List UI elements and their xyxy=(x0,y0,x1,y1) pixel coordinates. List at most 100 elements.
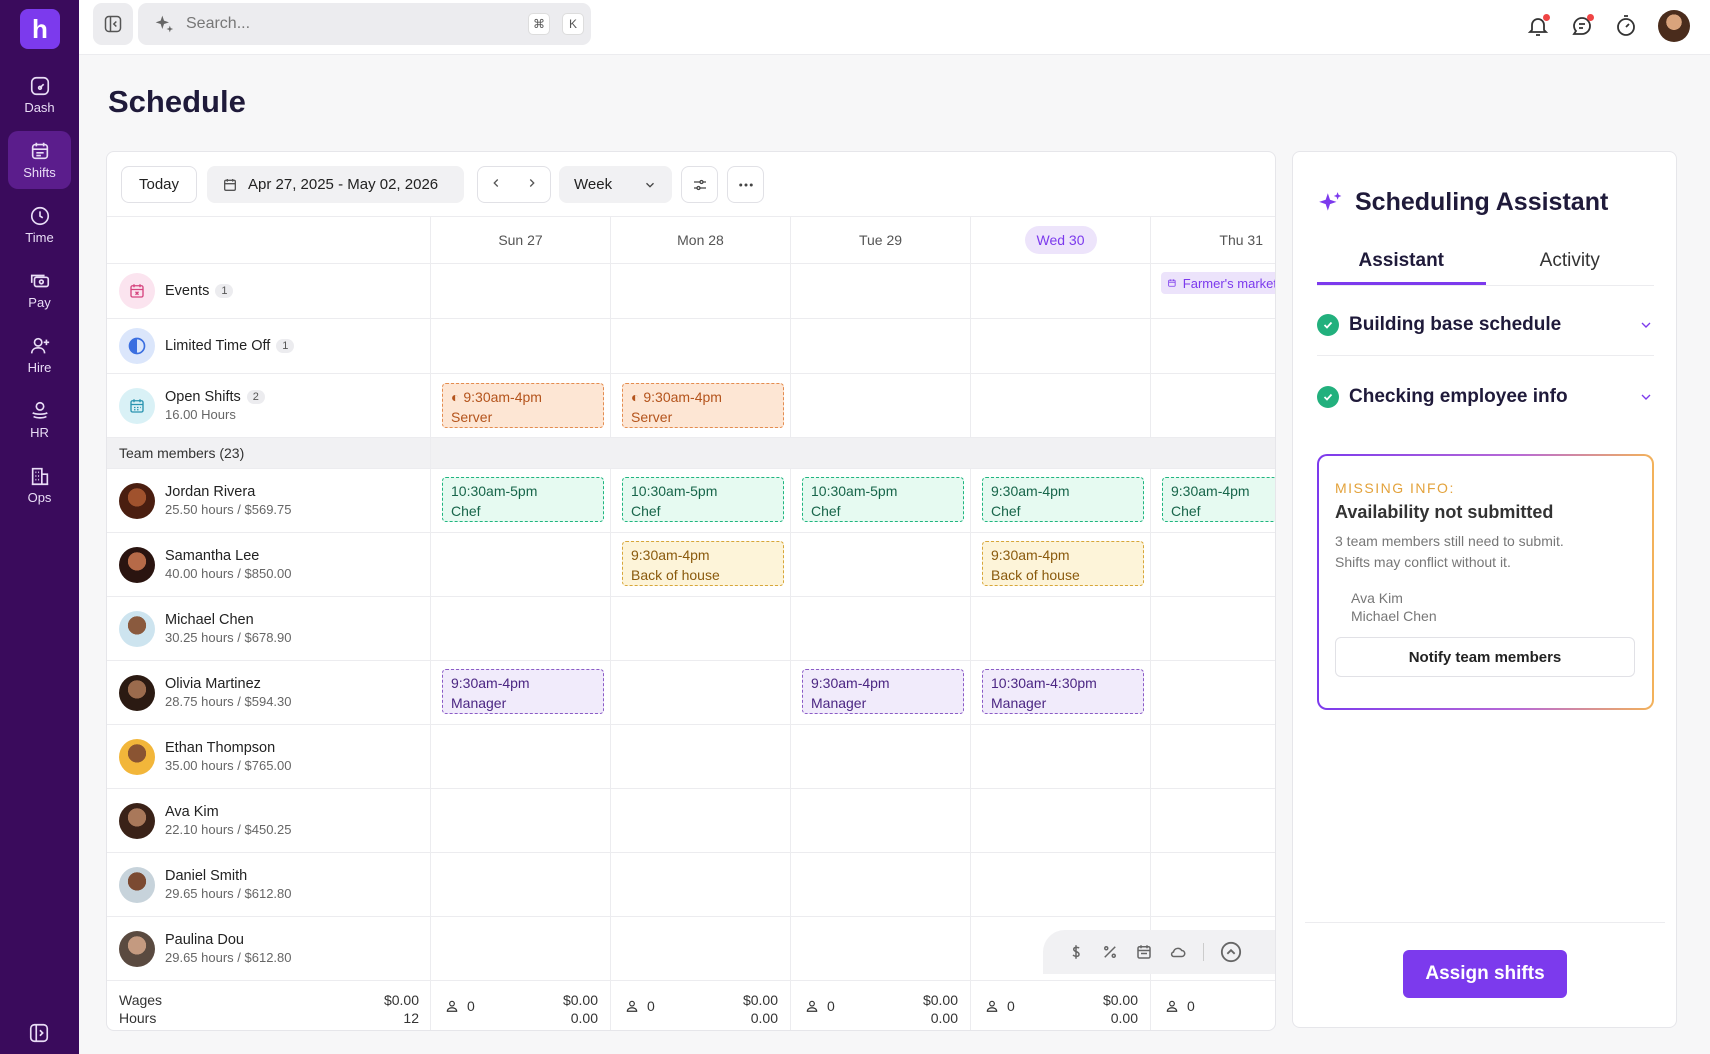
shift-time: 9:30am-4pm xyxy=(463,389,542,405)
avatar xyxy=(119,930,155,967)
shift-block[interactable]: 9:30am-4pm Chef xyxy=(982,477,1144,522)
member-stats: 30.25 hours / $678.90 xyxy=(165,630,292,645)
day-label: Wed 30 xyxy=(1024,226,1097,254)
staff-count: 0 xyxy=(1007,998,1015,1014)
check-circle-icon xyxy=(1317,313,1339,336)
member-row[interactable]: Michael Chen 30.25 hours / $678.90 xyxy=(107,596,1275,660)
task-item[interactable]: Building base schedule xyxy=(1317,294,1654,356)
percent-icon[interactable] xyxy=(1101,943,1119,961)
member-row[interactable]: Olivia Martinez 28.75 hours / $594.30 9:3… xyxy=(107,660,1275,724)
collapse-sidebar-button[interactable] xyxy=(93,3,133,45)
panel-title-text: Scheduling Assistant xyxy=(1355,188,1609,216)
user-avatar[interactable] xyxy=(1658,10,1690,42)
chevron-down-icon xyxy=(1641,322,1651,328)
more-options-button[interactable] xyxy=(727,166,764,203)
event-pill[interactable]: Farmer's market xyxy=(1161,272,1276,294)
chevron-right-icon xyxy=(529,178,535,187)
tab-assistant[interactable]: Assistant xyxy=(1317,248,1486,285)
cloud-icon[interactable] xyxy=(1169,943,1187,961)
task-item[interactable]: Checking employee info xyxy=(1317,366,1654,428)
assistant-tabs: Assistant Activity xyxy=(1317,248,1654,286)
open-shift-block[interactable]: ◐ 9:30am-4pm Server xyxy=(622,383,784,428)
dollar-icon[interactable] xyxy=(1067,943,1085,961)
nav-label: Dash xyxy=(24,100,55,115)
assign-shifts-button[interactable]: Assign shifts xyxy=(1403,950,1567,998)
user-plus-icon xyxy=(30,337,49,354)
hr-icon xyxy=(31,401,48,419)
shift-block[interactable]: 9:30am-4pm Manager xyxy=(442,669,604,714)
tab-activity[interactable]: Activity xyxy=(1486,248,1655,285)
shift-role: Back of house xyxy=(991,567,1080,583)
building-icon xyxy=(31,467,48,486)
member-row[interactable]: Samantha Lee 40.00 hours / $850.00 9:30am… xyxy=(107,532,1275,596)
shift-block[interactable]: 9:30am-4pm Back of house xyxy=(622,541,784,586)
missing-info-tag: MISSING INFO: xyxy=(1335,480,1455,496)
shift-block[interactable]: 10:30am-5pm Chef xyxy=(442,477,604,522)
shift-block[interactable]: 10:30am-5pm Chef xyxy=(802,477,964,522)
messages-button[interactable] xyxy=(1570,14,1594,38)
panel-title: Scheduling Assistant xyxy=(1317,188,1608,217)
shift-block[interactable]: 9:30am-4pm Manager xyxy=(802,669,964,714)
calendar-icon[interactable] xyxy=(1135,943,1153,961)
event-title: Farmer's market xyxy=(1182,275,1276,291)
date-range-picker[interactable]: Apr 27, 2025 - May 02, 2026 xyxy=(207,166,464,203)
member-row[interactable]: Jordan Rivera 25.50 hours / $569.75 10:30… xyxy=(107,468,1275,532)
calendar-icon xyxy=(224,178,236,191)
totals-row: Wages Hours $0.00 12 0 $0.00 0.00 0 $0.00… xyxy=(107,980,1275,1030)
member-row[interactable]: Ava Kim 22.10 hours / $450.25 xyxy=(107,788,1275,852)
day-total: 0 $0.00 0.00 xyxy=(790,981,970,1030)
filter-button[interactable] xyxy=(681,166,718,203)
member-row[interactable]: Ethan Thompson 35.00 hours / $765.00 xyxy=(107,724,1275,788)
day-hours: 0.00 xyxy=(570,1010,598,1026)
next-week-button[interactable] xyxy=(525,176,539,194)
chevron-up-circle-icon[interactable] xyxy=(1220,941,1242,963)
timer-button[interactable] xyxy=(1614,14,1638,38)
today-button[interactable]: Today xyxy=(121,166,197,203)
date-range-text: Apr 27, 2025 - May 02, 2026 xyxy=(248,176,439,193)
nav-label: Hire xyxy=(27,360,52,375)
member-stats: 40.00 hours / $850.00 xyxy=(165,566,292,581)
nav-item-time[interactable]: Time xyxy=(8,196,71,254)
member-info: Samantha Lee 40.00 hours / $850.00 xyxy=(119,533,292,596)
nav-item-pay[interactable]: Pay xyxy=(8,261,71,319)
member-name: Ava Kim xyxy=(165,804,219,820)
member-stats: 35.00 hours / $765.00 xyxy=(165,758,292,773)
prev-week-button[interactable] xyxy=(489,176,503,194)
nav-item-hr[interactable]: HR xyxy=(8,391,71,449)
notifications-button[interactable] xyxy=(1526,14,1550,38)
shift-block[interactable]: 10:30am-4:30pm Manager xyxy=(982,669,1144,714)
day-header: Thu 31 xyxy=(1150,217,1275,263)
search-bar[interactable]: ⌘ K xyxy=(138,3,591,45)
wages-label: Wages xyxy=(119,992,163,1008)
shift-block[interactable]: 9:30am-4pm Back of house xyxy=(982,541,1144,586)
nav-item-hire[interactable]: Hire xyxy=(8,326,71,384)
search-input[interactable] xyxy=(186,15,516,33)
calendar-icon xyxy=(1168,279,1176,287)
day-wages: $0.00 xyxy=(562,992,598,1008)
shift-time: 9:30am-4pm xyxy=(451,675,530,691)
member-info: Ava Kim 22.10 hours / $450.25 xyxy=(119,789,292,852)
avatar xyxy=(119,610,155,647)
member-stats: 29.65 hours / $612.80 xyxy=(165,886,292,901)
nav-item-shifts[interactable]: Shifts xyxy=(8,131,71,189)
shift-block[interactable]: 10:30am-5pm Chef xyxy=(622,477,784,522)
expand-sidebar-icon[interactable] xyxy=(28,1022,50,1044)
shift-block[interactable]: 9:30am-4pm Chef xyxy=(1162,477,1275,522)
view-select[interactable]: Week xyxy=(559,166,672,203)
nav-item-ops[interactable]: Ops xyxy=(8,456,71,514)
shift-role: Manager xyxy=(451,695,507,711)
divider xyxy=(1203,943,1204,961)
notify-team-button[interactable]: Notify team members xyxy=(1335,637,1635,677)
open-shift-block[interactable]: ◐ 9:30am-4pm Server xyxy=(442,383,604,428)
wages-total: $0.00 xyxy=(383,992,419,1008)
calendar-icon xyxy=(31,142,48,160)
member-row[interactable]: Daniel Smith 29.65 hours / $612.80 xyxy=(107,852,1275,916)
clock-icon xyxy=(30,206,49,226)
staff-count: 0 xyxy=(827,998,835,1014)
shift-role: Chef xyxy=(1171,503,1201,519)
shortcut-key: K xyxy=(562,13,584,35)
member-name: Samantha Lee xyxy=(165,548,260,564)
brand-logo[interactable]: h xyxy=(20,9,60,49)
day-hours: 0.00 xyxy=(1110,1010,1138,1026)
nav-item-dash[interactable]: Dash xyxy=(8,66,71,124)
